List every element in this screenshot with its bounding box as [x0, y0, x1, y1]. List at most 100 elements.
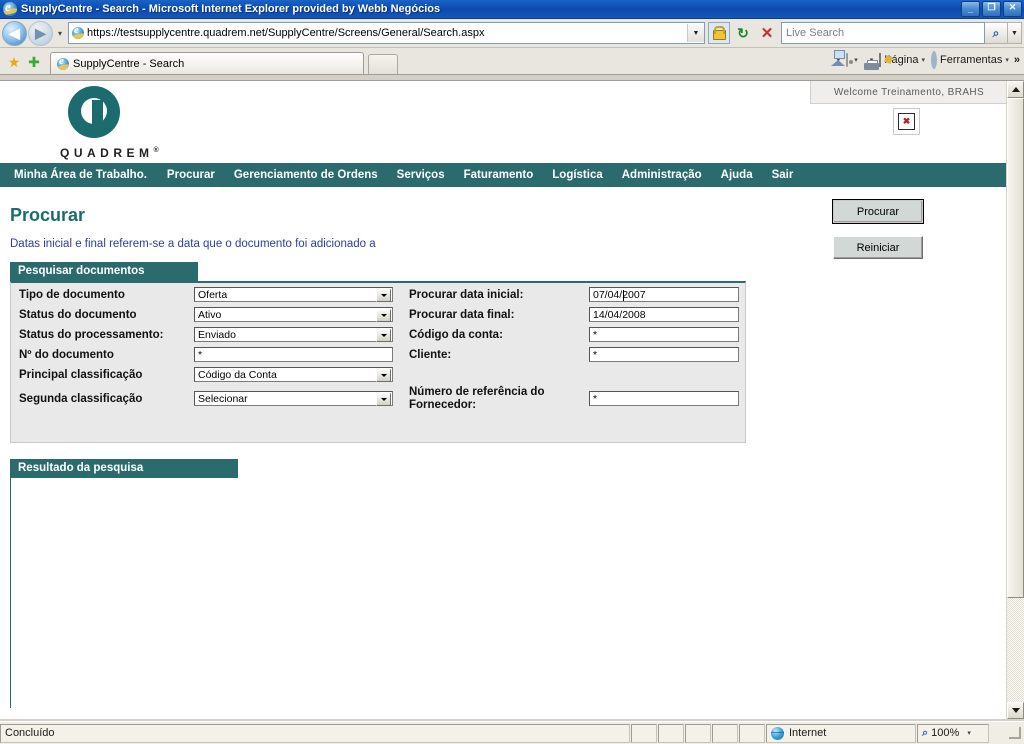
main-navigation: Minha Área de Trabalho. Procurar Gerenci…	[0, 163, 1007, 187]
address-bar[interactable]: https://testsupplycentre.quadrem.net/Sup…	[68, 22, 705, 44]
chevron-down-icon[interactable]	[376, 309, 391, 322]
search-panel-header: Pesquisar documentos	[10, 262, 198, 281]
print-button[interactable]: ▾	[863, 56, 879, 70]
chevron-down-icon[interactable]	[376, 289, 391, 302]
nav-item-gerenciamento-de-ordens[interactable]: Gerenciamento de Ordens	[234, 169, 397, 181]
page-vertical-scrollbar[interactable]	[1006, 81, 1024, 719]
scrollbar-thumb[interactable]	[1007, 98, 1024, 598]
search-panel-body: Tipo de documento Oferta Status do docum…	[10, 281, 746, 443]
zoom-caret-icon[interactable]: ▾	[967, 729, 971, 737]
refresh-icon[interactable]: ↻	[732, 22, 754, 44]
search-provider-dropdown-icon[interactable]: ▼	[1008, 22, 1022, 44]
live-search-input[interactable]: Live Search	[781, 22, 985, 44]
tools-menu-label: Ferramentas	[940, 54, 1003, 66]
page-favicon-icon	[72, 27, 84, 39]
internet-zone-icon	[771, 726, 784, 740]
status-slot-1	[631, 723, 657, 743]
close-button[interactable]: ✕	[1003, 1, 1022, 17]
broken-image-icon: ✖	[898, 113, 915, 130]
input-numero-de-referencia-do-fornecedor[interactable]: *	[589, 391, 739, 406]
nav-item-sair[interactable]: Sair	[772, 169, 813, 181]
address-input[interactable]: https://testsupplycentre.quadrem.net/Sup…	[87, 27, 687, 39]
stop-icon[interactable]: ✕	[756, 22, 778, 44]
text-cursor	[623, 290, 624, 301]
tab-label: SupplyCentre - Search	[73, 57, 185, 70]
select-status-do-processamento[interactable]: Enviado	[194, 327, 393, 342]
rss-icon	[846, 53, 849, 67]
search-icon[interactable]: ⌕	[985, 22, 1008, 44]
input-numero-do-documento[interactable]: *	[194, 347, 393, 362]
status-slot-2	[658, 723, 684, 743]
nav-item-administracao[interactable]: Administração	[622, 169, 721, 181]
command-bar: ▾ ▾ ▾ Página ▾ Ferramentas ▾	[828, 48, 1020, 74]
toolbar-overflow-icon[interactable]: »	[1014, 54, 1020, 66]
reiniciar-button[interactable]: Reiniciar	[833, 236, 923, 259]
page-icon	[879, 53, 882, 67]
nav-item-procurar[interactable]: Procurar	[167, 169, 234, 181]
status-bar: Concluído Internet ⌕ 100% ▾	[0, 721, 1024, 744]
page-caret-icon[interactable]: ▾	[921, 56, 925, 64]
scroll-down-icon[interactable]	[1007, 702, 1024, 719]
select-status-do-documento[interactable]: Ativo	[194, 307, 393, 322]
select-segunda-classificacao[interactable]: Selecionar	[194, 391, 393, 406]
resize-grip[interactable]	[1008, 726, 1022, 740]
status-text: Concluído	[0, 723, 630, 743]
scrollbar-track[interactable]	[1007, 98, 1024, 702]
restore-button[interactable]: ❐	[982, 1, 1001, 17]
broken-image-placeholder: ✖	[893, 108, 920, 135]
page-menu-button[interactable]: Página ▾	[879, 53, 925, 67]
ie-window: SupplyCentre - Search - Microsoft Intern…	[0, 0, 1024, 744]
feeds-button[interactable]: ▾	[846, 53, 858, 67]
zoom-control[interactable]: ⌕ 100% ▾	[917, 723, 989, 743]
nav-item-servicos[interactable]: Serviços	[397, 169, 464, 181]
chevron-down-icon[interactable]	[376, 393, 391, 406]
security-zone[interactable]: Internet	[766, 723, 916, 743]
input-codigo-da-conta[interactable]: *	[589, 327, 739, 342]
back-button[interactable]: ◀	[2, 20, 27, 46]
forward-button[interactable]: ▶	[28, 20, 53, 46]
add-to-favorites-icon[interactable]: ✚	[24, 50, 44, 74]
input-cliente[interactable]: *	[589, 347, 739, 362]
nav-item-logistica[interactable]: Logística	[552, 169, 621, 181]
label-codigo-da-conta: Código da conta:	[409, 329, 503, 341]
scroll-up-icon[interactable]	[1007, 81, 1024, 98]
label-cliente: Cliente:	[409, 349, 452, 361]
new-tab-button[interactable]	[368, 54, 398, 74]
chevron-down-icon[interactable]	[376, 369, 391, 382]
select-tipo-de-documento[interactable]: Oferta	[194, 287, 393, 302]
gear-icon	[931, 51, 937, 69]
tab-favicon-icon	[57, 57, 69, 70]
input-procurar-data-final[interactable]: 14/04/2008	[589, 307, 739, 322]
tools-menu-button[interactable]: Ferramentas ▾	[931, 51, 1009, 69]
label-tipo-de-documento: Tipo de documento	[19, 289, 125, 301]
brand-header: QUADREM® ✖	[0, 81, 1007, 163]
nav-item-ajuda[interactable]: Ajuda	[721, 169, 772, 181]
procurar-button[interactable]: Procurar	[832, 199, 924, 224]
browser-tab-supplycentre[interactable]: SupplyCentre - Search	[50, 52, 364, 74]
input-numero-de-referencia-do-fornecedor-value: *	[593, 392, 598, 405]
lock-icon[interactable]	[708, 22, 730, 44]
input-codigo-da-conta-value: *	[593, 328, 598, 341]
window-controls: _ ❐ ✕	[961, 1, 1022, 17]
history-dropdown-icon[interactable]: ▾	[54, 29, 66, 38]
chevron-down-icon[interactable]	[376, 329, 391, 342]
tools-caret-icon[interactable]: ▾	[1005, 56, 1009, 64]
status-slot-5	[739, 723, 765, 743]
results-panel-header: Resultado da pesquisa	[10, 459, 238, 478]
zoom-icon: ⌕	[922, 726, 929, 739]
nav-item-minha-area[interactable]: Minha Área de Trabalho.	[14, 169, 167, 181]
page-content: Welcome Treinamento, BRAHS QUADREM® ✖ Mi…	[0, 81, 1007, 719]
quadrem-logo-mark-icon	[68, 86, 120, 138]
nav-item-faturamento[interactable]: Faturamento	[464, 169, 553, 181]
home-button[interactable]: ▾	[830, 50, 845, 66]
favorites-icon[interactable]: ★	[4, 50, 24, 74]
input-procurar-data-inicial[interactable]: 07/04/2007	[589, 287, 739, 302]
select-principal-classificacao[interactable]: Código da Conta	[194, 367, 393, 382]
feeds-caret-icon[interactable]: ▾	[854, 56, 858, 64]
minimize-button[interactable]: _	[961, 1, 980, 17]
zoom-level: 100%	[931, 727, 960, 739]
label-principal-classificacao: Principal classificação	[19, 369, 143, 381]
address-dropdown-icon[interactable]: ▼	[687, 24, 704, 42]
quadrem-logo-text: QUADREM	[60, 146, 154, 160]
internet-explorer-icon	[3, 2, 17, 16]
